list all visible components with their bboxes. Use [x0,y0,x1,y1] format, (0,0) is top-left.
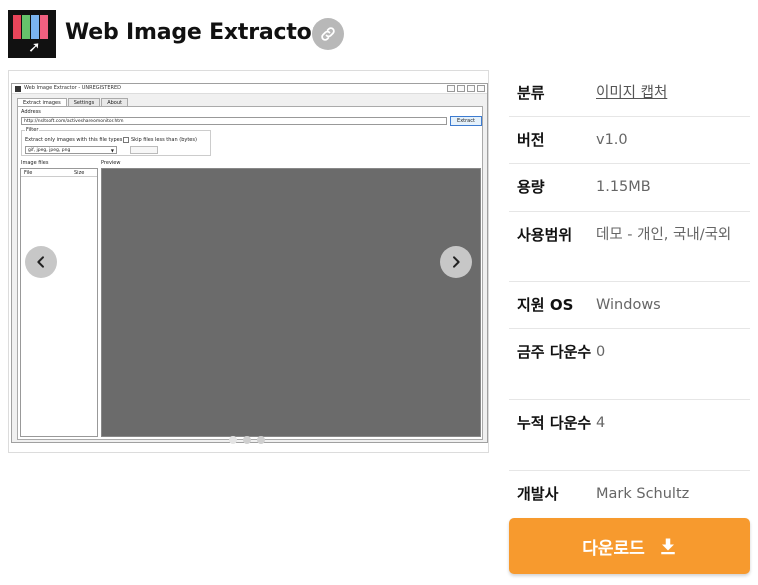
info-key-version: 버전 [517,131,545,149]
app-screenshot: Web Image Extractor - UNREGISTERED Extra… [11,83,488,443]
window-close-icon [477,85,485,92]
logo-bar-red [13,15,21,39]
app-logo-icon: ➚ [8,10,56,58]
program-info-table: 분류 이미지 캡처 버전 v1.0 용량 1.15MB 사용범위 데모 - 개인… [509,70,750,517]
logo-bar-green [22,15,30,39]
shot-col-file: File [24,170,33,176]
info-key-developer: 개발사 [517,485,559,503]
shot-skip-label: Skip files less than (bytes) [131,137,197,143]
info-value-weekly-downloads: 0 [596,344,606,360]
info-value-version: v1.0 [596,132,628,148]
info-value-license: 데모 - 개인, 국내/국외 [596,227,732,243]
info-key-size: 용량 [517,178,545,196]
info-row-weekly-downloads: 금주 다운수 0 [509,329,750,400]
gallery-prev-button[interactable] [25,246,57,278]
shot-extract-button: Extract [450,116,482,126]
share-link-button[interactable] [312,18,344,50]
shot-filter-types-select: gif, jpeg, jpeg, png ▼ [25,146,117,154]
info-key-total-downloads: 누적 다운수 [517,414,592,432]
info-key-weekly-downloads: 금주 다운수 [517,343,592,361]
window-title: Web Image Extractor - UNREGISTERED [24,85,121,91]
info-row-total-downloads: 누적 다운수 4 [509,400,750,471]
chevron-left-icon [37,256,44,268]
info-value-developer: Mark Schultz [596,486,690,502]
shot-filter-types-value: gif, jpeg, jpeg, png [28,148,71,153]
shot-col-size: Size [74,170,85,176]
info-value-os: Windows [596,297,661,313]
shot-files-header: File Size [21,169,97,177]
gallery-next-button[interactable] [440,246,472,278]
window-minimize-icon [467,85,475,92]
gallery-dot-1[interactable] [229,436,237,444]
info-key-os: 지원 OS [517,296,574,314]
shot-address-input: http://nsltsoft.com/activeshareomonitor.… [21,117,447,125]
shot-select-arrow-icon: ▼ [110,148,114,153]
logo-cursor-icon: ➚ [28,38,41,56]
shot-skip-checkbox [123,137,129,143]
logo-bar-pink [40,15,48,39]
shot-address-label: Address [21,109,41,115]
shot-filter-types-label: Extract only images with this file types [25,137,123,143]
chevron-right-icon [453,256,460,268]
info-value-size: 1.15MB [596,179,651,195]
screenshot-gallery: Web Image Extractor - UNREGISTERED Extra… [8,70,489,453]
shot-preview-area [101,168,481,437]
window-help-icon [447,85,455,92]
window-titlebar: Web Image Extractor - UNREGISTERED [12,84,487,94]
info-row-version: 버전 v1.0 [509,117,750,164]
info-row-developer: 개발사 Mark Schultz [509,471,750,517]
shot-filter-group: Filter Extract only images with this fil… [21,127,211,156]
gallery-dot-3[interactable] [257,436,265,444]
download-button-label: 다운로드 [582,538,645,559]
info-row-license: 사용범위 데모 - 개인, 국내/국외 [509,212,750,282]
info-key-category: 분류 [517,84,545,102]
download-button[interactable]: 다운로드 [509,518,750,574]
window-app-icon [15,86,21,92]
link-icon [321,27,335,41]
shot-filter-label: Filter [25,127,40,133]
shot-files-list: File Size [20,168,98,437]
info-key-license: 사용범위 [517,226,573,244]
download-icon [661,538,675,555]
info-row-category: 분류 이미지 캡처 [509,70,750,117]
shot-preview-label: Preview [101,160,121,166]
info-value-category-link[interactable]: 이미지 캡처 [596,81,750,116]
logo-bar-blue [31,15,39,39]
shot-panel: Address http://nsltsoft.com/activeshareo… [17,106,483,440]
gallery-dots [229,436,265,444]
info-row-size: 용량 1.15MB [509,164,750,212]
gallery-dot-2[interactable] [243,436,251,444]
info-value-total-downloads: 4 [596,415,606,431]
app-title: Web Image Extractor [65,20,323,45]
shot-size-input [130,146,158,154]
window-info-icon [457,85,465,92]
shot-image-files-label: Image files [21,160,49,166]
info-row-os: 지원 OS Windows [509,282,750,329]
